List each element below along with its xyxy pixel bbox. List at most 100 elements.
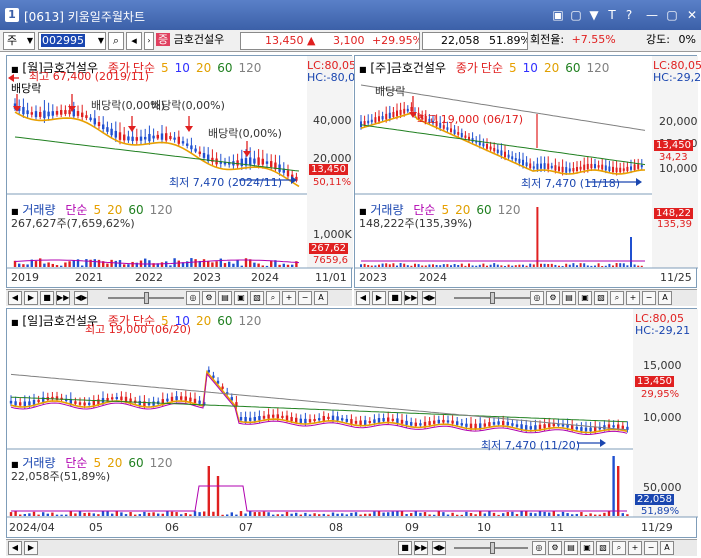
search-icon[interactable]: ⌕ (108, 32, 124, 50)
weekly-control-bar: ◀ ▶ ■ ▶▶ ◀▶ ◎ ⚙ ▤ ▣ ▧ ⌕ + − A (354, 289, 697, 306)
volume-bar (506, 512, 509, 516)
zoom-in-button[interactable]: + (282, 291, 296, 305)
search-icon[interactable]: ⌕ (266, 291, 280, 305)
zoom-out-button[interactable]: − (642, 291, 656, 305)
volume-value: 22,058 (441, 34, 480, 47)
fast-forward-button[interactable]: ▶▶ (404, 291, 418, 305)
candle-body (387, 417, 390, 422)
zoom-slider-thumb[interactable] (490, 542, 495, 554)
scroll-left-button[interactable]: ◀ (8, 291, 22, 305)
minimize-button[interactable]: — (644, 8, 660, 22)
low-label: 최저 7,470 (11/20) (481, 439, 581, 452)
volume-bar (486, 265, 488, 267)
x-tick: 07 (239, 521, 253, 534)
range-button[interactable]: ◀▶ (432, 541, 446, 555)
strength-value: 0% (678, 33, 696, 46)
search-icon[interactable]: ⌕ (610, 291, 624, 305)
legend-ma120: 120 (149, 203, 173, 217)
fast-forward-button[interactable]: ▶▶ (414, 541, 428, 555)
zoom-in-button[interactable]: + (626, 291, 640, 305)
chevron-down-icon: ▼ (97, 36, 104, 45)
range-button[interactable]: ◀▶ (422, 291, 436, 305)
candle-body (464, 135, 467, 138)
low-label: 최저 7,470 (2024/11) (169, 176, 283, 189)
stop-button[interactable]: ■ (388, 291, 402, 305)
settings-icon[interactable]: ⚙ (546, 291, 560, 305)
dividend-label: 배당락(0,00%) (151, 99, 225, 112)
scroll-left-button[interactable]: ◀ (8, 541, 22, 555)
layout-icon[interactable]: ▣ (234, 291, 248, 305)
zoom-out-button[interactable]: − (644, 541, 658, 555)
volume-bar (496, 264, 499, 267)
close-button[interactable]: ✕ (684, 8, 700, 22)
zoom-slider-thumb[interactable] (144, 292, 149, 304)
candle-body (43, 110, 46, 119)
crosshair-icon[interactable]: ◎ (532, 541, 546, 555)
settings-icon[interactable]: ⚙ (548, 541, 562, 555)
candle-body (152, 135, 155, 139)
range-button[interactable]: ◀▶ (74, 291, 88, 305)
font-icon[interactable]: T (604, 8, 620, 22)
volume-bar (435, 264, 438, 267)
zoom-slider-thumb[interactable] (490, 292, 495, 304)
link-icon[interactable]: ▣ (550, 8, 566, 22)
weekly-chart-svg[interactable] (355, 56, 698, 289)
zoom-out-button[interactable]: − (298, 291, 312, 305)
candle-body (594, 163, 596, 169)
candle-body (93, 118, 96, 125)
search-icon[interactable]: ⌕ (612, 541, 626, 555)
grid-icon[interactable]: ▤ (218, 291, 232, 305)
fast-forward-button[interactable]: ▶▶ (56, 291, 70, 305)
volume-bar (457, 264, 460, 267)
stop-button[interactable]: ■ (398, 541, 412, 555)
grid-icon[interactable]: ▤ (562, 291, 576, 305)
dividend-label: 배당락 (375, 85, 406, 98)
candle-body (612, 166, 614, 173)
daily-chart-svg[interactable] (7, 309, 698, 539)
font-size-button[interactable]: A (658, 291, 672, 305)
tools-icon[interactable]: ▧ (250, 291, 264, 305)
volume-box: 22,058 51.89% (422, 32, 528, 50)
x-tick: 2021 (75, 271, 103, 284)
volume-bar (504, 265, 506, 267)
candle-body (175, 396, 178, 401)
copy-icon[interactable]: ▢ (568, 8, 584, 22)
scroll-left-button[interactable]: ◀ (356, 291, 370, 305)
tools-icon[interactable]: ▧ (594, 291, 608, 305)
volume-bar (207, 261, 210, 267)
market-select[interactable]: 주 ▼ (3, 32, 35, 50)
zoom-in-button[interactable]: + (628, 541, 642, 555)
maximize-button[interactable]: ▢ (664, 8, 680, 22)
stop-button[interactable]: ■ (40, 291, 54, 305)
x-tick: 11 (550, 521, 564, 534)
volume-bar (373, 511, 376, 516)
scroll-right-button[interactable]: ▶ (24, 541, 38, 555)
candle-body (60, 110, 63, 115)
tools-icon[interactable]: ▧ (596, 541, 610, 555)
volume-bar (55, 265, 59, 267)
volume-bar (37, 514, 40, 516)
monthly-volume-bars (13, 258, 298, 267)
layout-icon[interactable]: ▣ (580, 541, 594, 555)
monthly-chart-svg[interactable] (7, 56, 353, 289)
grid-icon[interactable]: ▤ (564, 541, 578, 555)
scroll-right-button[interactable]: ▶ (24, 291, 38, 305)
layout-icon[interactable]: ▣ (578, 291, 592, 305)
pin-icon[interactable]: ▼ (586, 8, 602, 22)
volume-pct-tag: 51,89% (641, 506, 680, 517)
candle-body (127, 136, 130, 141)
speaker-icon[interactable]: ◂ (126, 32, 142, 50)
volume-bar (212, 511, 215, 516)
volume-bar (552, 511, 555, 516)
chevron-right-icon[interactable]: › (144, 32, 154, 50)
scroll-right-button[interactable]: ▶ (372, 291, 386, 305)
legend-ma5: 5 (161, 61, 169, 75)
code-input[interactable]: 002995 ▼ (38, 32, 106, 50)
font-size-button[interactable]: A (314, 291, 328, 305)
help-icon[interactable]: ? (621, 8, 637, 22)
candle-body (244, 416, 247, 422)
crosshair-icon[interactable]: ◎ (186, 291, 200, 305)
crosshair-icon[interactable]: ◎ (530, 291, 544, 305)
settings-icon[interactable]: ⚙ (202, 291, 216, 305)
font-size-button[interactable]: A (660, 541, 674, 555)
